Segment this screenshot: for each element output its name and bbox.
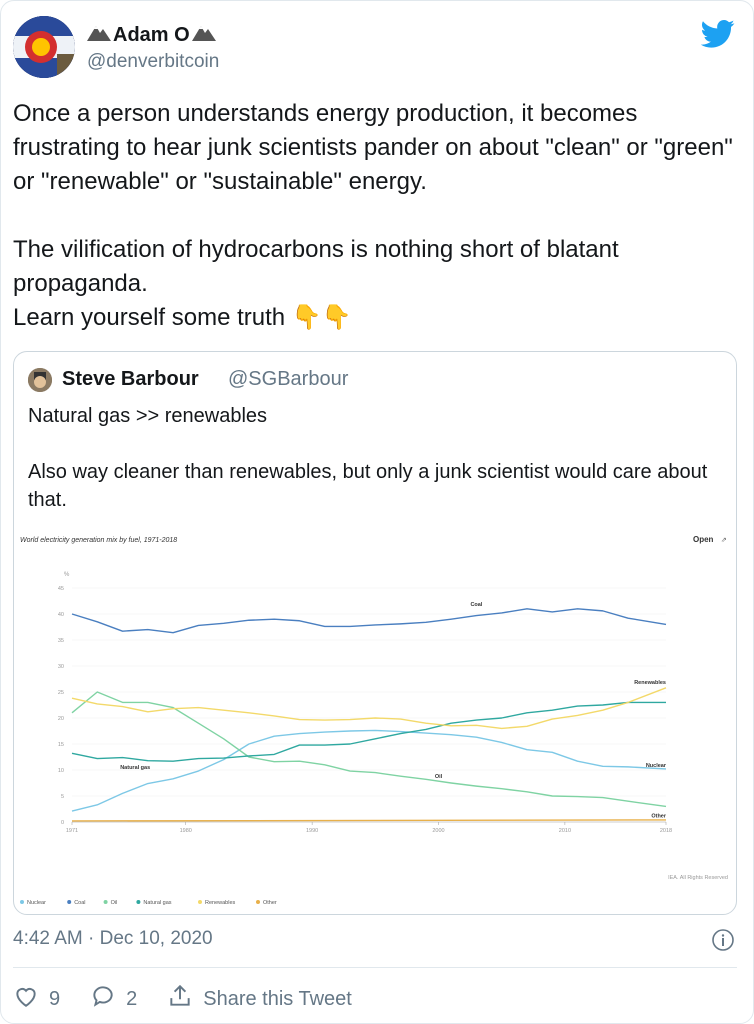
series-label: Nuclear — [646, 763, 667, 769]
author-name-row[interactable]: Adam O — [87, 23, 216, 47]
legend-item[interactable]: Coal — [74, 900, 85, 906]
mountain-icon — [87, 23, 111, 47]
series-line-natural-gas — [71, 701, 666, 762]
x-tick-label: 1980 — [180, 828, 192, 834]
y-tick-label: 40 — [58, 612, 64, 618]
y-tick-label: 15 — [58, 742, 64, 748]
quoted-tweet-text: Natural gas >> renewables Also way clean… — [28, 405, 708, 511]
legend-swatch — [256, 900, 260, 904]
reply-icon — [90, 983, 116, 1015]
mountain-icon — [191, 23, 216, 47]
legend-item[interactable]: Natural gas — [143, 900, 171, 906]
legend-item[interactable]: Nuclear — [27, 900, 46, 906]
reply-button[interactable]: 2 — [90, 983, 137, 1015]
series-line-coal — [71, 608, 667, 634]
chart-open-icon[interactable]: ⇗ — [721, 537, 727, 544]
series-line-nuclear — [71, 729, 667, 812]
tweet-actions: 9 2 Share this Tweet — [13, 983, 382, 1015]
legend-swatch — [136, 900, 141, 904]
legend-swatch — [103, 900, 108, 904]
series-label: Other — [651, 813, 667, 819]
legend-item[interactable]: Renewables — [205, 900, 236, 906]
quoted-author-avatar — [28, 368, 52, 392]
series-line-other — [71, 819, 667, 822]
tweet-text: Once a person understands energy product… — [13, 100, 733, 331]
like-button[interactable]: 9 — [13, 983, 60, 1015]
chart-credit: IEA. All Rights Reserved — [668, 875, 728, 881]
x-tick-label: 2010 — [559, 828, 571, 834]
series-label: Natural gas — [120, 765, 150, 771]
y-tick-label: 25 — [58, 690, 64, 696]
quoted-author-handle: @SGBarbour — [228, 368, 349, 390]
series-label: Coal — [470, 602, 482, 608]
tweet-body: Once a person understands energy product… — [13, 97, 733, 335]
author-name: Adam O — [113, 23, 190, 46]
x-tick-label: 1990 — [306, 828, 318, 834]
author-handle[interactable]: @denverbitcoin — [87, 51, 219, 73]
share-button[interactable]: Share this Tweet — [167, 983, 352, 1015]
divider — [13, 967, 737, 968]
y-tick-label: 35 — [58, 638, 64, 644]
y-tick-label: 5 — [61, 794, 64, 800]
author-avatar[interactable] — [13, 16, 75, 78]
y-tick-label: 45 — [58, 586, 64, 592]
like-count: 9 — [49, 987, 61, 1010]
legend-swatch — [198, 900, 202, 904]
info-icon[interactable] — [711, 928, 735, 952]
heart-icon — [13, 983, 39, 1015]
chart-open-button[interactable]: Open — [693, 535, 714, 544]
share-label: Share this Tweet — [203, 987, 352, 1010]
legend-item[interactable]: Other — [263, 900, 277, 906]
series-label: Renewables — [634, 680, 666, 686]
x-tick-label: 2018 — [660, 828, 672, 834]
quoted-tweet[interactable]: Steve Barbour @SGBarbour Natural gas >> … — [13, 351, 737, 915]
y-tick-label: 10 — [58, 768, 64, 774]
legend-swatch — [67, 900, 72, 904]
x-tick-label: 1971 — [66, 828, 78, 834]
share-icon — [167, 983, 193, 1015]
series-line-oil — [71, 691, 667, 808]
electricity-mix-chart: World electricity generation mix by fuel… — [20, 535, 728, 906]
y-tick-label: 30 — [58, 664, 64, 670]
y-tick-label: 0 — [61, 820, 64, 826]
chart-y-axis-label: % — [64, 572, 70, 578]
reply-count: 2 — [126, 987, 138, 1010]
y-tick-label: 20 — [58, 716, 64, 722]
quoted-author-name: Steve Barbour — [62, 368, 199, 390]
legend-item[interactable]: Oil — [111, 900, 118, 906]
chart-title: World electricity generation mix by fuel… — [20, 537, 177, 544]
pointing-down-emoji: 👇👇 — [291, 304, 352, 331]
legend-swatch — [20, 900, 24, 904]
tweet-card: Adam O @denverbitcoin Once a person unde… — [0, 0, 754, 1024]
x-tick-label: 2000 — [432, 828, 444, 834]
tweet-timestamp[interactable]: 4:42 AM · Dec 10, 2020 — [13, 928, 213, 950]
series-label: Oil — [435, 774, 443, 780]
series-line-renewables — [71, 687, 667, 730]
twitter-bird-icon[interactable] — [700, 19, 735, 49]
